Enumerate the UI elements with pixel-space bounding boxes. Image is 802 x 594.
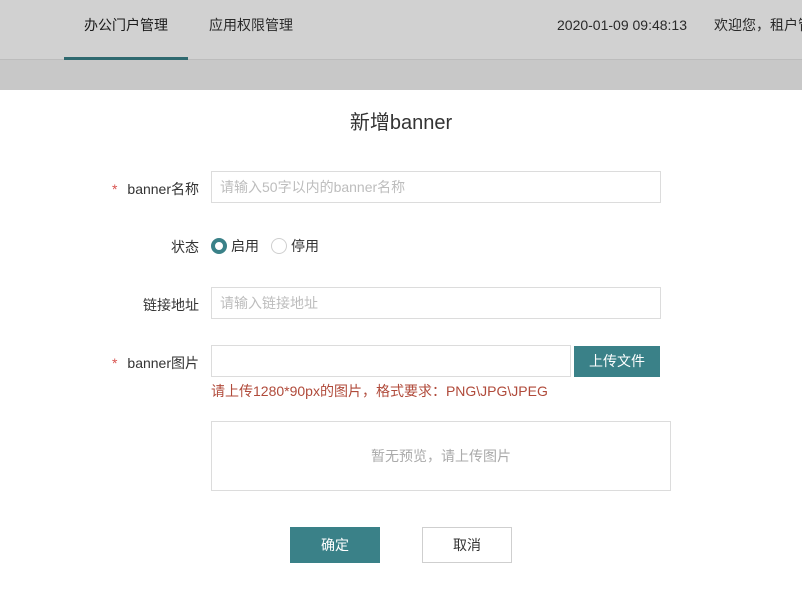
modal-backdrop — [0, 0, 802, 90]
required-mark: * — [111, 355, 118, 371]
status-label: 状态 — [171, 239, 199, 255]
link-label: 链接地址 — [143, 297, 199, 313]
required-mark: * — [111, 181, 118, 197]
status-radio-disabled[interactable]: 停用 — [271, 236, 319, 256]
link-input[interactable] — [211, 287, 661, 319]
banner-name-label: * banner名称 — [111, 181, 199, 197]
banner-name-input[interactable] — [211, 171, 661, 203]
banner-image-label: * banner图片 — [111, 355, 199, 371]
add-banner-dialog: 新增banner *banner名称 状态 启用 停用 链接地址 *banner… — [0, 90, 802, 594]
cancel-button[interactable]: 取消 — [422, 527, 512, 563]
image-format-hint: 请上传1280*90px的图片，格式要求：PNG\JPG\JPEG — [211, 383, 548, 399]
dialog-title: 新增banner — [349, 112, 453, 134]
upload-file-button[interactable]: 上传文件 — [574, 346, 660, 377]
confirm-button[interactable]: 确定 — [290, 527, 380, 563]
banner-image-path-input[interactable] — [211, 345, 571, 377]
status-radio-group: 启用 停用 — [211, 236, 331, 256]
radio-unchecked-icon — [271, 238, 287, 254]
radio-checked-icon — [211, 238, 227, 254]
preview-placeholder-text: 暂无预览，请上传图片 — [371, 448, 511, 464]
image-preview-box: 暂无预览，请上传图片 — [211, 421, 671, 491]
status-radio-enabled[interactable]: 启用 — [211, 236, 259, 256]
